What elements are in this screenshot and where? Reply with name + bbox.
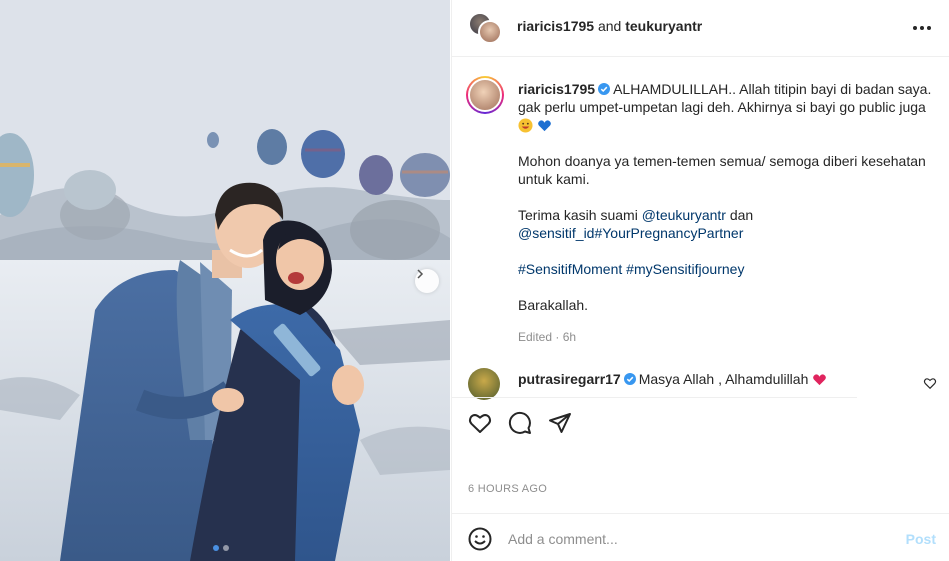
header-joiner: and (597, 18, 622, 34)
post-timestamp[interactable]: 6 HOURS AGO (468, 483, 547, 495)
chevron-right-icon (417, 269, 424, 279)
carousel-dot-2 (223, 545, 229, 551)
more-options-button[interactable] (910, 16, 934, 40)
more-horizontal-icon (913, 26, 931, 30)
header-username-1[interactable]: riaricis1795 (517, 18, 594, 34)
carousel-dot-1 (213, 545, 219, 551)
comment-button[interactable] (508, 411, 532, 435)
photo-scene (0, 0, 450, 561)
blue-heart-emoji-icon (538, 120, 551, 132)
grinning-face-emoji-icon (518, 118, 533, 133)
caption-paragraph-2: Mohon doanya ya temen-temen semua/ semog… (518, 153, 926, 187)
comment-item: putrasiregarr17 Masya Allah , Alhamdulill… (518, 370, 827, 388)
post-details-panel: riaricis1795 and teukuryantr riaricis179… (451, 0, 949, 561)
caption-thanks-mid: dan (729, 207, 754, 223)
verified-badge-icon (598, 83, 611, 95)
comment-text: Masya Allah , Alhamdulillah (638, 371, 809, 387)
caption-paragraph-1: riaricis1795 ALHAMDULILLAH.. Allah titipi… (518, 80, 938, 134)
red-heart-emoji-icon (813, 374, 827, 386)
comment-username[interactable]: putrasiregarr17 (518, 371, 621, 387)
divider (452, 397, 857, 398)
caption-paragraph-4: #SensitifMoment #mySensitifjourney (518, 260, 938, 278)
heart-icon (468, 414, 492, 433)
collab-avatars[interactable] (468, 12, 502, 46)
share-button[interactable] (548, 411, 572, 435)
share-icon (549, 413, 571, 433)
post-header: riaricis1795 and teukuryantr (452, 0, 949, 57)
comment-icon (508, 411, 531, 434)
verified-badge-icon (623, 373, 636, 385)
post-comment-button[interactable]: Post (906, 531, 936, 547)
post-actions (468, 411, 572, 435)
caption: riaricis1795 ALHAMDULILLAH.. Allah titipi… (518, 80, 938, 332)
avatar[interactable] (468, 368, 500, 400)
comment-input[interactable] (508, 527, 888, 551)
mention-link[interactable]: @teukuryantr (642, 207, 726, 223)
header-title: riaricis1795 and teukuryantr (517, 18, 702, 34)
edited-label: Edited · 6h (518, 330, 577, 344)
caption-thanks-prefix: Terima kasih suami (518, 207, 638, 223)
hashtag-link[interactable]: #YourPregnancyPartner (594, 225, 743, 241)
carousel-dots (213, 545, 229, 551)
like-button[interactable] (468, 411, 492, 435)
hashtag-link[interactable]: #mySensitifjourney (626, 261, 744, 277)
header-username-2[interactable]: teukuryantr (625, 18, 702, 34)
hashtag-link[interactable]: #SensitifMoment (518, 261, 622, 277)
caption-username[interactable]: riaricis1795 (518, 81, 595, 97)
post-photo[interactable] (0, 0, 450, 561)
avatar (468, 78, 502, 112)
carousel-next-button[interactable] (415, 269, 439, 293)
caption-paragraph-5: Barakallah. (518, 297, 589, 313)
comment-bar: Post (452, 513, 949, 561)
mention-link[interactable]: @sensitif_id (518, 225, 594, 241)
emoji-icon[interactable] (468, 527, 492, 551)
avatar (478, 20, 502, 44)
caption-avatar[interactable] (466, 76, 504, 114)
caption-paragraph-3: Terima kasih suami @teukuryantr dan @sen… (518, 206, 938, 242)
comment-like-heart-icon[interactable] (923, 376, 937, 390)
